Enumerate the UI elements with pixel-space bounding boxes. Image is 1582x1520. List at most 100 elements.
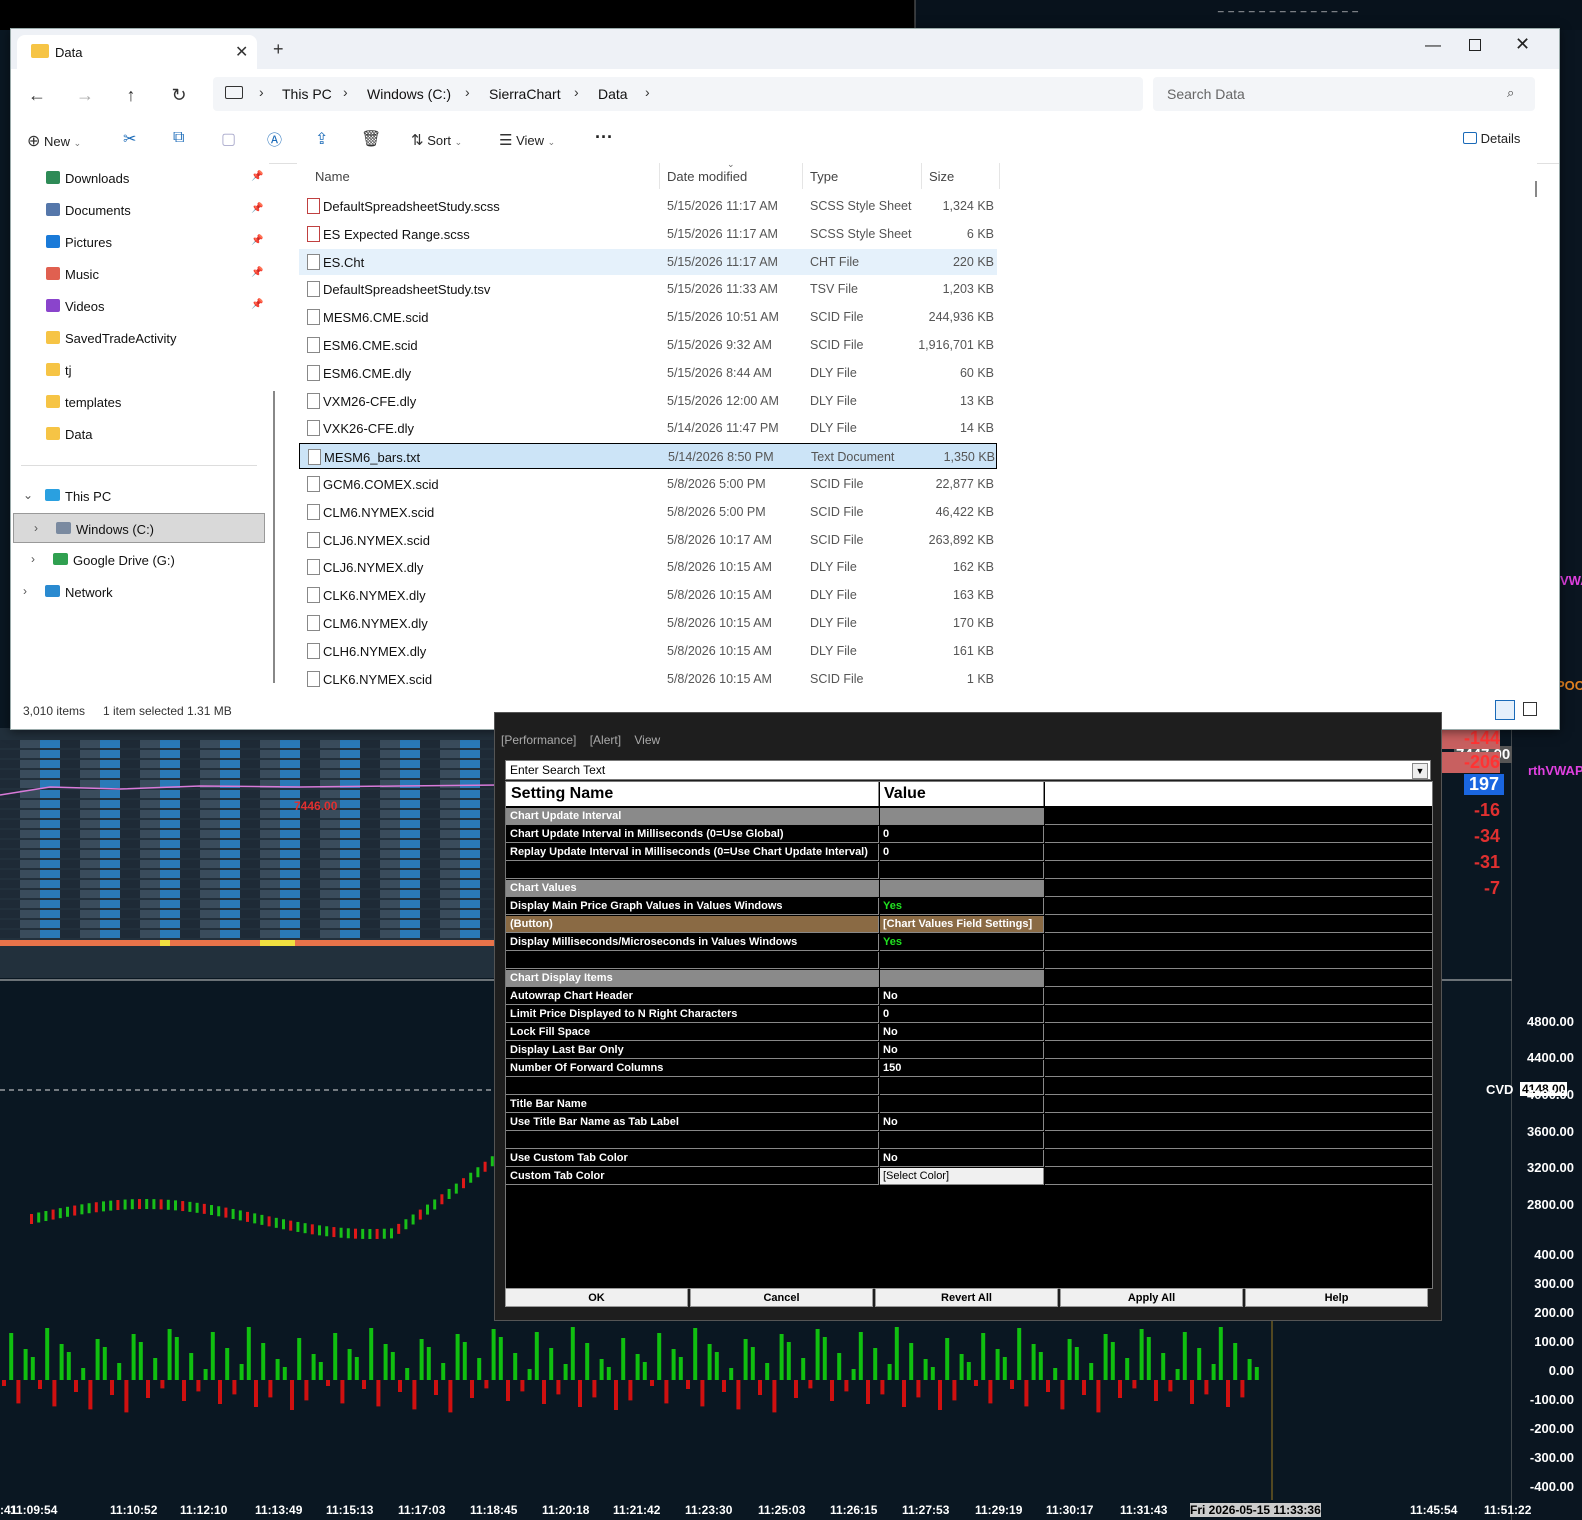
settings-row[interactable]: Replay Update Interval in Milliseconds (…: [506, 844, 1432, 862]
revert-all-button[interactable]: Revert All: [875, 1288, 1058, 1307]
file-row[interactable]: ES.Cht 5/15/2026 11:17 AM CHT File 220 KB: [299, 248, 997, 275]
nav-item-savedtradeactivity[interactable]: SavedTradeActivity: [11, 323, 269, 353]
chevron-right-icon[interactable]: ›: [34, 521, 38, 535]
file-row[interactable]: ES Expected Range.scss 5/15/2026 11:17 AM…: [299, 221, 997, 247]
settings-search-input[interactable]: Enter Search Text ▼: [505, 760, 1431, 780]
search-input[interactable]: Search Data ⌕: [1153, 77, 1535, 111]
close-window-icon[interactable]: ✕: [1515, 34, 1530, 55]
breadcrumb-sierrachart[interactable]: SierraChart: [489, 86, 561, 102]
settings-row[interactable]: (Button) [Chart Values Field Settings]: [506, 916, 1432, 934]
breadcrumb-windows-c[interactable]: Windows (C:): [367, 86, 451, 102]
file-row[interactable]: VXK26-CFE.dly 5/14/2026 11:47 PM DLY File 1…: [299, 415, 997, 441]
pin-icon[interactable]: 📌: [251, 267, 263, 278]
forward-icon[interactable]: →: [71, 81, 99, 109]
ok-button[interactable]: OK: [505, 1288, 688, 1307]
delete-icon[interactable]: 🗑: [361, 129, 381, 149]
more-options-icon[interactable]: ···: [595, 127, 613, 148]
nav-item-music[interactable]: Music 📌: [11, 259, 269, 289]
setting-value[interactable]: No: [880, 988, 1044, 1005]
file-row[interactable]: CLH6.NYMEX.dly 5/8/2026 10:15 AM DLY File 1…: [299, 638, 997, 664]
column-header-type[interactable]: Type: [810, 169, 838, 184]
help-button[interactable]: Help: [1245, 1288, 1428, 1307]
file-row[interactable]: CLJ6.NYMEX.scid 5/8/2026 10:17 AM SCID Fil…: [299, 527, 997, 553]
new-tab-icon[interactable]: +: [273, 39, 284, 60]
file-row[interactable]: ESM6.CME.scid 5/15/2026 9:32 AM SCID File 1…: [299, 332, 997, 358]
settings-row[interactable]: Autowrap Chart Header No: [506, 988, 1432, 1006]
setting-value[interactable]: [Chart Values Field Settings]: [880, 916, 1044, 933]
column-header-date[interactable]: Date modified: [667, 169, 747, 184]
paste-icon[interactable]: ▢: [221, 129, 236, 149]
sort-button[interactable]: ⇅ Sort ⌄: [411, 131, 462, 149]
nav-item-templates[interactable]: templates: [11, 387, 269, 417]
file-row[interactable]: CLJ6.NYMEX.dly 5/8/2026 10:15 AM DLY File 1…: [299, 554, 997, 580]
file-row[interactable]: DefaultSpreadsheetStudy.scss 5/15/2026 11…: [299, 193, 997, 219]
rename-icon[interactable]: Ⓐ: [267, 129, 282, 150]
setting-value[interactable]: No: [880, 1150, 1044, 1167]
file-row[interactable]: GCM6.COMEX.scid 5/8/2026 5:00 PM SCID File…: [299, 471, 997, 497]
apply-all-button[interactable]: Apply All: [1060, 1288, 1243, 1307]
tree-item-google-drive-g[interactable]: › Google Drive (G:): [11, 545, 269, 575]
chevron-right-icon[interactable]: ›: [31, 552, 35, 566]
settings-row[interactable]: Number Of Forward Columns 150: [506, 1060, 1432, 1078]
file-row[interactable]: VXM26-CFE.dly 5/15/2026 12:00 AM DLY File 1…: [299, 388, 997, 414]
maximize-icon[interactable]: [1469, 39, 1481, 51]
new-button[interactable]: ⊕ New ⌄: [27, 131, 81, 151]
pin-icon[interactable]: 📌: [251, 235, 263, 246]
details-view-icon[interactable]: [1495, 700, 1515, 720]
breadcrumb-data[interactable]: Data: [598, 86, 628, 102]
cancel-button[interactable]: Cancel: [690, 1288, 873, 1307]
setting-value[interactable]: 0: [880, 826, 1044, 843]
file-scrollbar[interactable]: [1535, 181, 1537, 197]
file-row[interactable]: MESM6_bars.txt 5/14/2026 8:50 PM Text Docu…: [299, 443, 997, 470]
nav-item-pictures[interactable]: Pictures 📌: [11, 227, 269, 257]
refresh-icon[interactable]: ↻: [165, 81, 193, 109]
setting-value[interactable]: 0: [880, 844, 1044, 861]
nav-item-downloads[interactable]: Downloads 📌: [11, 163, 269, 193]
setting-value[interactable]: Yes: [880, 934, 1044, 951]
nav-item-tj[interactable]: tj: [11, 355, 269, 385]
minimize-icon[interactable]: —: [1425, 37, 1441, 55]
file-row[interactable]: MESM6.CME.scid 5/15/2026 10:51 AM SCID Fil…: [299, 304, 997, 330]
file-row[interactable]: CLM6.NYMEX.dly 5/8/2026 10:15 AM DLY File 1…: [299, 610, 997, 636]
settings-row[interactable]: Chart Update Interval in Milliseconds (0…: [506, 826, 1432, 844]
details-button[interactable]: Details: [1463, 131, 1520, 146]
close-tab-icon[interactable]: ✕: [235, 42, 248, 62]
file-row[interactable]: CLM6.NYMEX.scid 5/8/2026 5:00 PM SCID File…: [299, 499, 997, 525]
settings-row[interactable]: Display Main Price Graph Values in Value…: [506, 898, 1432, 916]
pin-icon[interactable]: 📌: [251, 299, 263, 310]
tree-item-this-pc[interactable]: ⌄ This PC: [11, 481, 269, 511]
dropdown-icon[interactable]: ▼: [1412, 763, 1428, 779]
tree-item-windows-c[interactable]: › Windows (C:): [13, 513, 265, 543]
nav-item-data[interactable]: Data: [11, 419, 269, 449]
chevron-right-icon[interactable]: ›: [23, 584, 27, 598]
settings-row[interactable]: Lock Fill Space No: [506, 1024, 1432, 1042]
file-row[interactable]: ESM6.CME.dly 5/15/2026 8:44 AM DLY File 60 …: [299, 360, 997, 386]
setting-value[interactable]: [Select Color]: [880, 1168, 1044, 1185]
setting-value[interactable]: No: [880, 1024, 1044, 1041]
nav-scrollbar[interactable]: [273, 391, 275, 683]
nav-item-videos[interactable]: Videos 📌: [11, 291, 269, 321]
column-header-size[interactable]: Size: [929, 169, 954, 184]
tabs-line[interactable]: [Performance] [Alert] View: [501, 733, 660, 747]
pin-icon[interactable]: 📌: [251, 203, 263, 214]
settings-row[interactable]: Display Last Bar Only No: [506, 1042, 1432, 1060]
file-row[interactable]: DefaultSpreadsheetStudy.tsv 5/15/2026 11:…: [299, 276, 997, 302]
settings-row[interactable]: Use Title Bar Name as Tab Label No: [506, 1114, 1432, 1132]
view-button[interactable]: ☰ View ⌄: [499, 131, 555, 149]
pin-icon[interactable]: 📌: [251, 171, 263, 182]
setting-value[interactable]: No: [880, 1042, 1044, 1059]
back-icon[interactable]: ←: [23, 81, 51, 109]
explorer-tab[interactable]: Data ✕: [17, 35, 257, 69]
cut-icon[interactable]: ✂: [123, 129, 136, 149]
tiles-view-icon[interactable]: [1523, 702, 1537, 716]
file-row[interactable]: CLK6.NYMEX.dly 5/8/2026 10:15 AM DLY File 1…: [299, 582, 997, 608]
column-header-name[interactable]: Name: [315, 169, 350, 184]
setting-value[interactable]: No: [880, 1114, 1044, 1131]
settings-row[interactable]: Limit Price Displayed to N Right Charact…: [506, 1006, 1432, 1024]
settings-row[interactable]: Display Milliseconds/Microseconds in Val…: [506, 934, 1432, 952]
settings-row[interactable]: Use Custom Tab Color No: [506, 1150, 1432, 1168]
setting-value[interactable]: 150: [880, 1060, 1044, 1077]
breadcrumb-this-pc[interactable]: This PC: [282, 86, 332, 102]
setting-value[interactable]: 0: [880, 1006, 1044, 1023]
up-icon[interactable]: ↑: [117, 81, 145, 109]
